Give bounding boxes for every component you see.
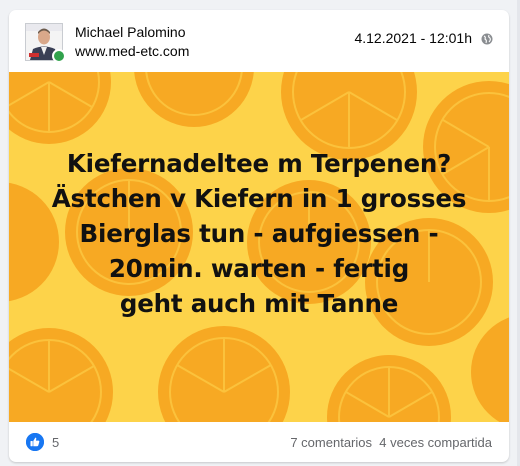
post-text-line: 20min. warten - fertig — [108, 254, 410, 283]
post-text-line: Bierglas tun - aufgiessen - — [79, 219, 439, 248]
author-site-link[interactable]: www.med-etc.com — [75, 43, 189, 59]
author-avatar[interactable] — [25, 23, 66, 63]
post-timestamp[interactable]: 4.12.2021 - 12:01h — [354, 30, 472, 46]
comments-count-link[interactable]: 7 comentarios — [290, 435, 372, 450]
online-status-dot — [52, 49, 66, 63]
shares-count-link[interactable]: 4 veces compartida — [379, 435, 492, 450]
post-text-line: geht auch mit Tanne — [119, 289, 399, 318]
post-text-line: Kiefernadeltee m Terpenen? — [66, 149, 452, 178]
like-icon[interactable] — [26, 433, 44, 451]
post-card: Michael Palomino www.med-etc.com 4.12.20… — [9, 10, 509, 462]
post-image[interactable]: Kiefernadeltee m Terpenen? Ästchen v Kie… — [9, 72, 509, 422]
post-footer: 5 7 comentarios 4 veces compartida — [9, 422, 509, 462]
reaction-count[interactable]: 5 — [52, 435, 59, 450]
globe-icon — [481, 32, 493, 45]
post-header: Michael Palomino www.med-etc.com 4.12.20… — [9, 10, 509, 72]
post-text-line: Ästchen v Kiefern in 1 grosses — [51, 184, 467, 213]
author-name[interactable]: Michael Palomino — [75, 24, 186, 40]
post-image-text: Kiefernadeltee m Terpenen? Ästchen v Kie… — [9, 146, 509, 321]
